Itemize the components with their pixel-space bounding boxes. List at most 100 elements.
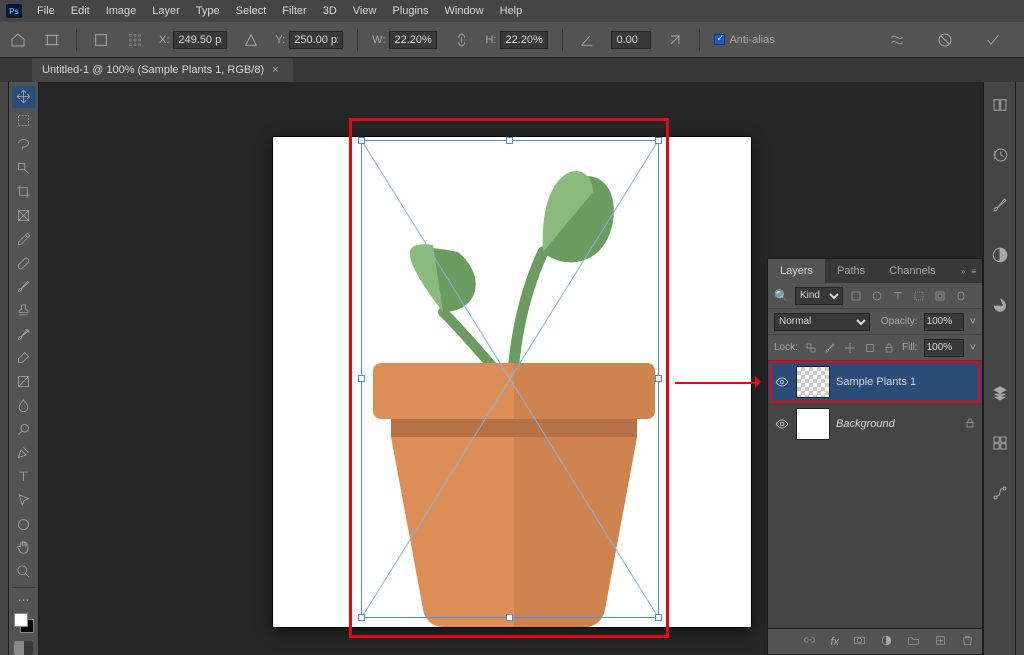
object-select-tool[interactable]	[12, 157, 36, 179]
visibility-toggle-icon[interactable]	[774, 375, 790, 389]
link-layers-icon[interactable]	[803, 634, 816, 650]
filter-smart-icon[interactable]	[933, 288, 948, 303]
hand-tool[interactable]	[12, 537, 36, 559]
menu-image[interactable]: Image	[99, 0, 144, 22]
lock-position-icon[interactable]	[843, 340, 857, 355]
transform-icon[interactable]	[42, 30, 62, 50]
paths-strip-icon[interactable]	[987, 480, 1013, 506]
cancel-transform-icon[interactable]	[934, 29, 956, 51]
paths-tab[interactable]: Paths	[825, 259, 877, 283]
layer-filter-select[interactable]: Kind	[795, 287, 843, 305]
delta-icon[interactable]	[241, 30, 261, 50]
layer-name[interactable]: Background	[836, 418, 895, 430]
warp-icon[interactable]	[886, 29, 908, 51]
link-wh-icon[interactable]	[451, 30, 471, 50]
learn-icon[interactable]	[987, 92, 1013, 118]
home-icon[interactable]	[8, 30, 28, 50]
lock-icon[interactable]	[964, 417, 976, 432]
filter-toggle-icon[interactable]	[954, 288, 969, 303]
menu-3d[interactable]: 3D	[316, 0, 344, 22]
document-tab[interactable]: Untitled-1 @ 100% (Sample Plants 1, RGB/…	[32, 58, 293, 82]
pen-tool[interactable]	[12, 442, 36, 464]
commit-transform-icon[interactable]	[982, 29, 1004, 51]
lock-pixels-icon[interactable]	[824, 340, 838, 355]
eyedropper-tool[interactable]	[12, 228, 36, 250]
fill-input[interactable]	[924, 339, 964, 357]
menu-edit[interactable]: Edit	[64, 0, 97, 22]
new-layer-icon[interactable]	[934, 634, 947, 650]
h-input[interactable]	[500, 31, 548, 49]
y-input[interactable]	[289, 31, 343, 49]
brushes-icon[interactable]	[987, 192, 1013, 218]
history-icon[interactable]	[987, 142, 1013, 168]
marquee-tool[interactable]	[12, 110, 36, 132]
frame-tool[interactable]	[12, 205, 36, 227]
adjustment-layer-icon[interactable]	[880, 634, 893, 650]
layer-name[interactable]: Sample Plants 1	[836, 376, 916, 388]
zoom-tool[interactable]	[12, 561, 36, 583]
gradient-tool[interactable]	[12, 371, 36, 393]
filter-type-icon[interactable]	[891, 288, 906, 303]
reference-grid-icon[interactable]	[125, 30, 145, 50]
menu-plugins[interactable]: Plugins	[385, 0, 435, 22]
search-layers-icon[interactable]: 🔍	[774, 289, 789, 303]
menu-filter[interactable]: Filter	[275, 0, 313, 22]
delete-layer-icon[interactable]	[961, 634, 974, 650]
history-brush-tool[interactable]	[12, 323, 36, 345]
type-tool[interactable]	[12, 466, 36, 488]
w-input[interactable]	[389, 31, 437, 49]
path-select-tool[interactable]	[12, 489, 36, 511]
layers-strip-icon[interactable]	[987, 380, 1013, 406]
adjustments-icon[interactable]	[987, 242, 1013, 268]
visibility-toggle-icon[interactable]	[774, 417, 790, 431]
layer-mask-icon[interactable]	[853, 634, 866, 650]
layer-row-sample-plants[interactable]: Sample Plants 1	[768, 361, 982, 403]
dodge-tool[interactable]	[12, 418, 36, 440]
skew-icon[interactable]	[665, 30, 685, 50]
layer-fx-icon[interactable]: fx	[830, 636, 839, 648]
color-swatches[interactable]	[14, 613, 34, 633]
menu-layer[interactable]: Layer	[145, 0, 187, 22]
blur-tool[interactable]	[12, 395, 36, 417]
menu-file[interactable]: File	[30, 0, 62, 22]
move-tool[interactable]	[12, 86, 36, 108]
menu-select[interactable]: Select	[229, 0, 274, 22]
x-input[interactable]	[173, 31, 227, 49]
menu-help[interactable]: Help	[493, 0, 530, 22]
x-label: X:	[159, 34, 169, 46]
antialias-checkbox[interactable]	[714, 34, 725, 45]
filter-adjust-icon[interactable]	[870, 288, 885, 303]
close-tab-icon[interactable]: ×	[272, 64, 278, 76]
blend-mode-select[interactable]: Normal	[774, 313, 870, 331]
edit-toolbar-icon[interactable]: ⋯	[12, 593, 36, 607]
healing-tool[interactable]	[12, 252, 36, 274]
stamp-tool[interactable]	[12, 300, 36, 322]
rotation-input[interactable]	[611, 31, 651, 49]
lock-artboard-icon[interactable]	[863, 340, 877, 355]
channels-strip-icon[interactable]	[987, 430, 1013, 456]
menu-window[interactable]: Window	[438, 0, 491, 22]
layer-row-background[interactable]: Background	[768, 403, 982, 445]
quickmask-toggle[interactable]	[14, 641, 33, 655]
workspace: ⋯	[0, 82, 1024, 655]
layers-tab[interactable]: Layers	[768, 259, 825, 283]
lasso-tool[interactable]	[12, 133, 36, 155]
opacity-input[interactable]	[924, 313, 964, 331]
transform-bounding-box[interactable]	[361, 140, 659, 618]
lock-transparency-icon[interactable]	[804, 340, 818, 355]
reference-point-icon[interactable]	[91, 30, 111, 50]
group-layers-icon[interactable]	[907, 634, 920, 650]
panel-collapse-icon[interactable]: »	[961, 267, 965, 276]
brush-tool[interactable]	[12, 276, 36, 298]
shape-tool[interactable]	[12, 513, 36, 535]
swatches-icon[interactable]	[987, 292, 1013, 318]
filter-shape-icon[interactable]	[912, 288, 927, 303]
menu-view[interactable]: View	[346, 0, 384, 22]
filter-pixel-icon[interactable]	[849, 288, 864, 303]
eraser-tool[interactable]	[12, 347, 36, 369]
crop-tool[interactable]	[12, 181, 36, 203]
menu-type[interactable]: Type	[189, 0, 227, 22]
lock-all-icon[interactable]	[882, 340, 896, 355]
channels-tab[interactable]: Channels	[877, 259, 947, 283]
panel-menu-icon[interactable]: ≡	[971, 267, 976, 276]
